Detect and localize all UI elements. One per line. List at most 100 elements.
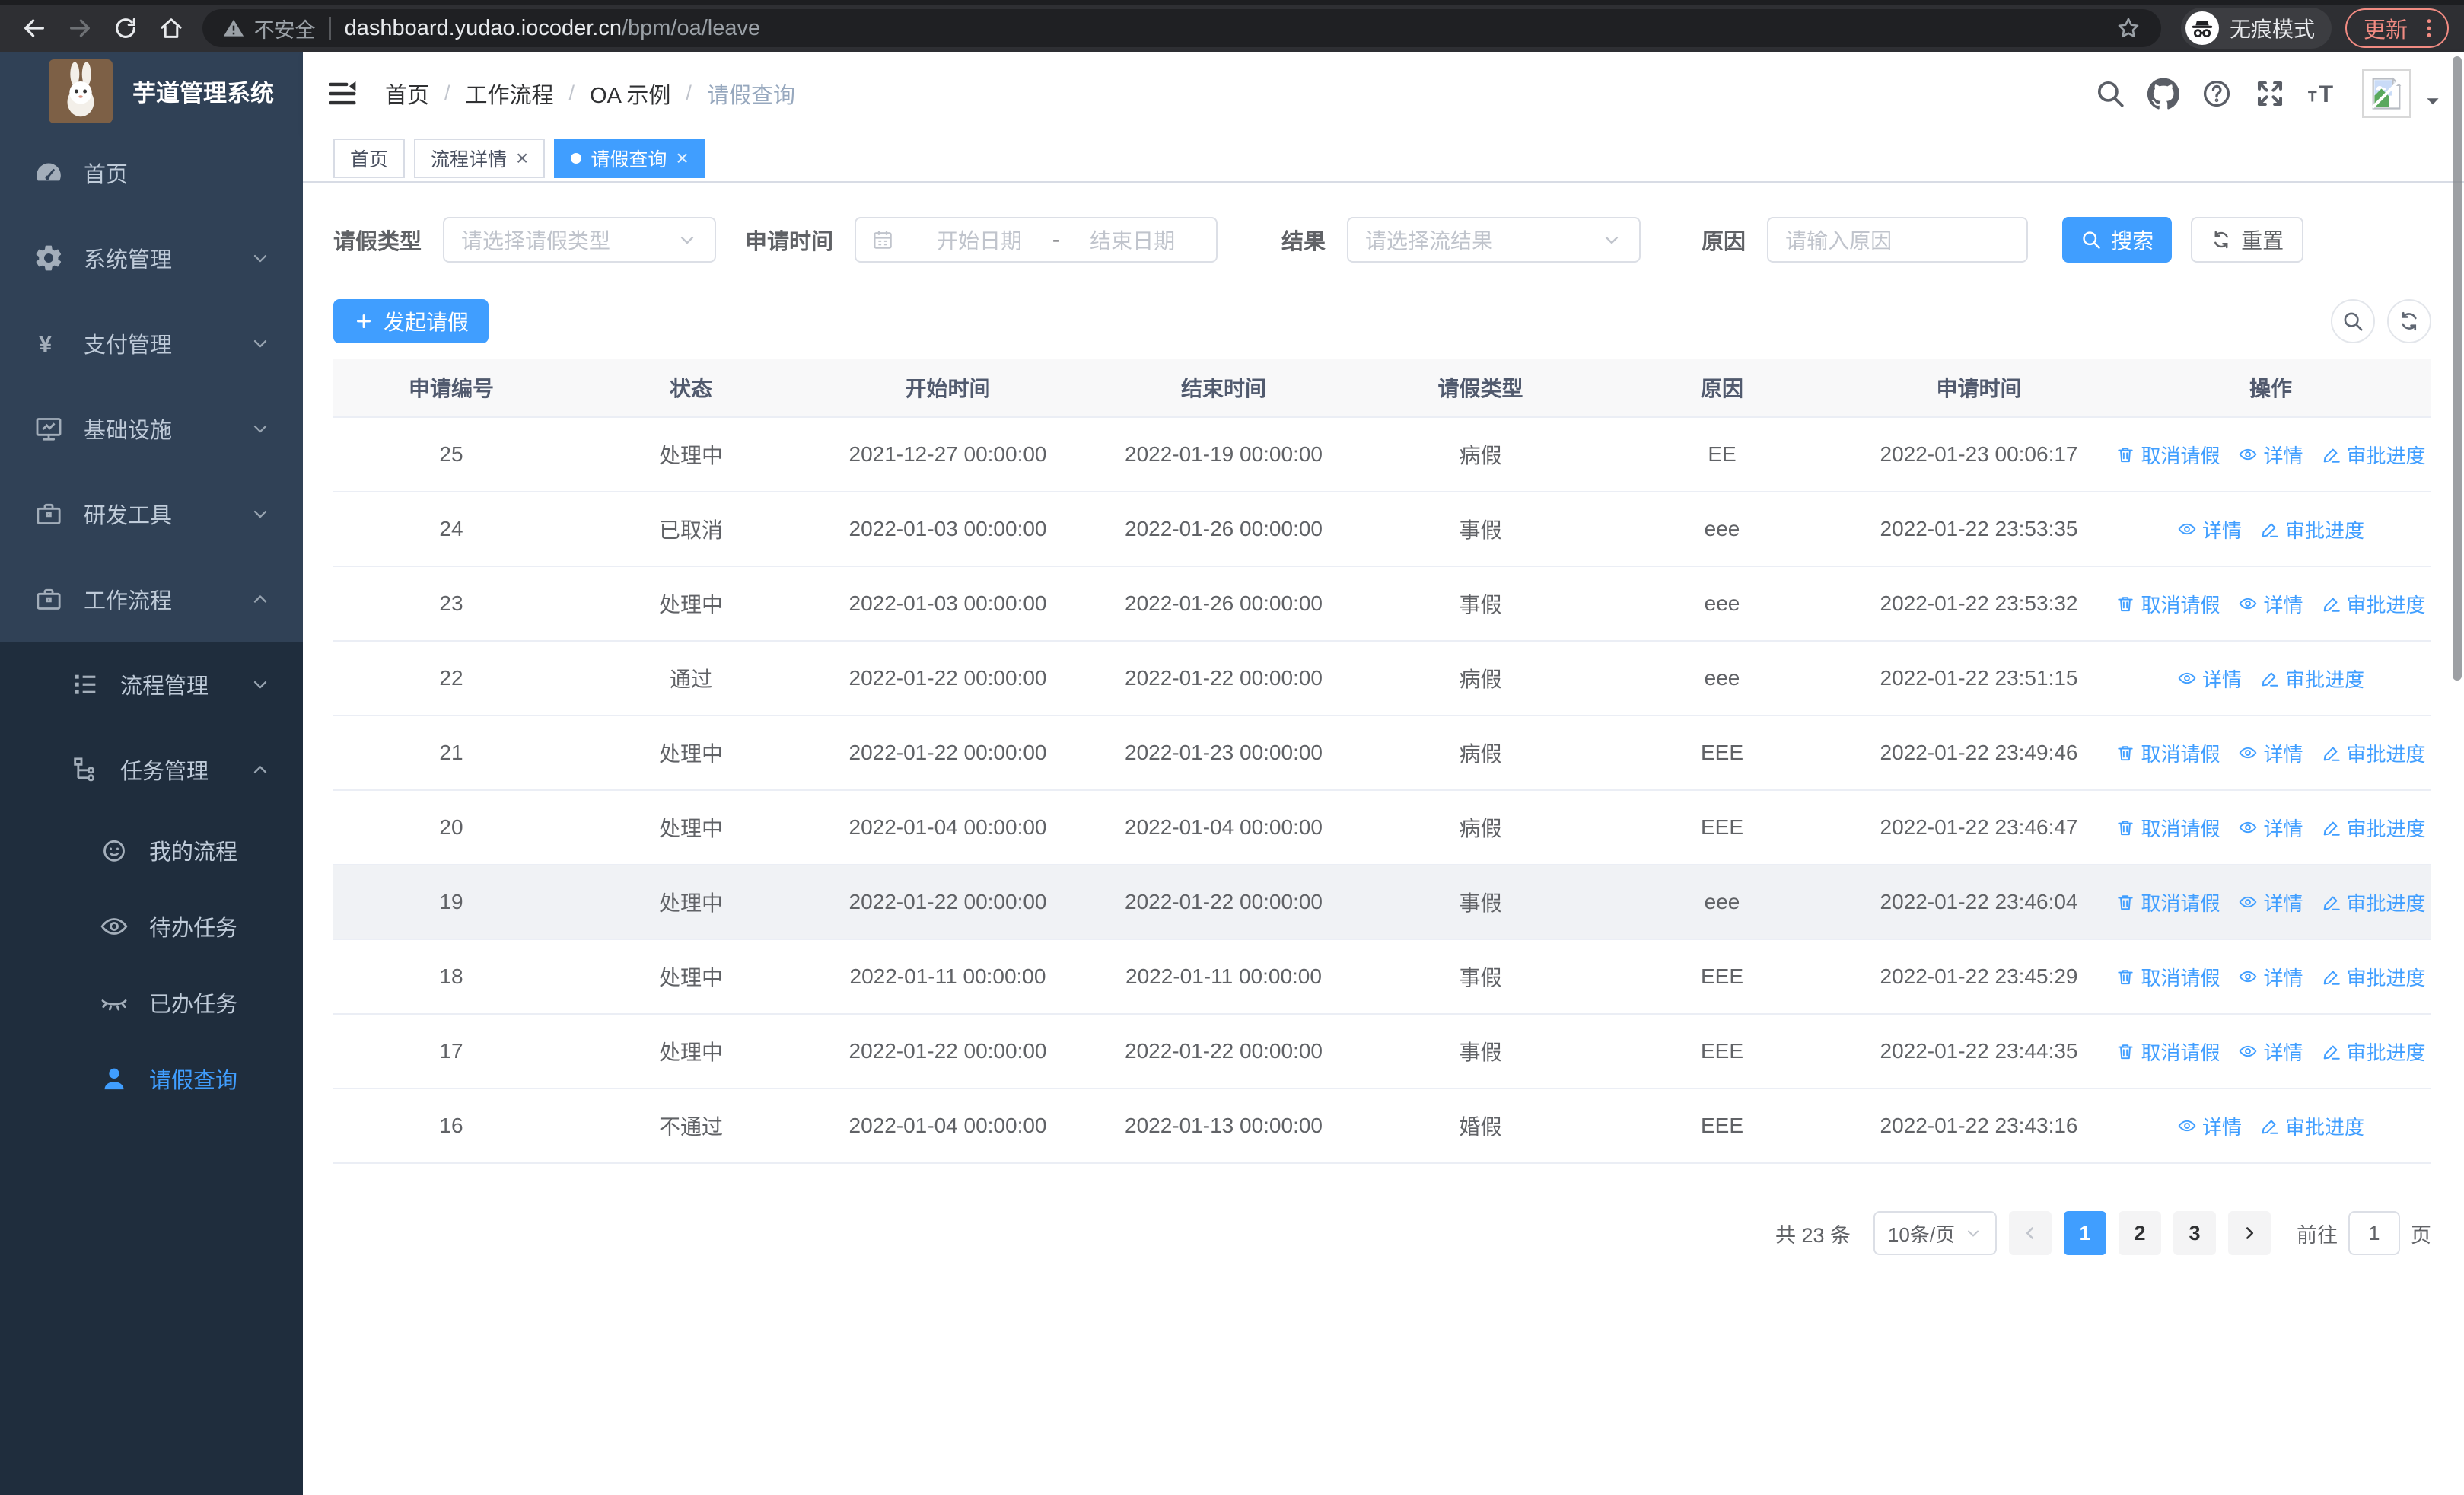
tab-首页[interactable]: 首页 [333, 138, 406, 178]
refresh-table-button[interactable] [2387, 299, 2431, 343]
close-tab-icon[interactable]: × [516, 147, 528, 169]
action-detail[interactable]: 详情 [2238, 814, 2303, 842]
reason-input[interactable]: 请输入原因 [1767, 217, 2029, 263]
github-icon[interactable] [2147, 78, 2179, 110]
page-button-3[interactable]: 3 [2173, 1211, 2216, 1255]
action-cancel-leave[interactable]: 取消请假 [2115, 739, 2220, 767]
sidebar-item-infra[interactable]: 基础设施 [0, 386, 303, 471]
browser-forward-button[interactable] [61, 9, 99, 47]
tab-请假查询[interactable]: 请假查询 × [554, 138, 705, 178]
cell: 处理中 [658, 1041, 723, 1064]
action-progress[interactable]: 审批进度 [2322, 441, 2426, 469]
sidebar-item-system[interactable]: 系统管理 [0, 215, 303, 301]
apply-time-range-picker[interactable]: 开始日期 - 结束日期 [855, 217, 1218, 263]
tab-流程详情[interactable]: 流程详情 × [414, 138, 546, 178]
action-progress[interactable]: 审批进度 [2260, 665, 2364, 693]
action-cancel-leave[interactable]: 取消请假 [2115, 1038, 2220, 1066]
edit-icon [2260, 519, 2280, 539]
action-progress[interactable]: 审批进度 [2322, 963, 2426, 991]
action-detail[interactable]: 详情 [2238, 963, 2303, 991]
svg-text:¥: ¥ [39, 330, 53, 358]
breadcrumb-item[interactable]: 工作流程 [466, 78, 554, 110]
site-security-info[interactable]: 不安全 [222, 14, 316, 43]
chevron-right-icon [2240, 1223, 2259, 1243]
breadcrumb-item[interactable]: 首页 [385, 78, 429, 110]
fullscreen-icon[interactable] [2254, 78, 2286, 110]
browser-refresh-button[interactable] [107, 9, 145, 47]
chevron-up-icon [250, 759, 271, 780]
action-detail[interactable]: 详情 [2238, 441, 2303, 469]
cell: 处理中 [658, 444, 723, 467]
browser-update-button[interactable]: 更新 [2345, 8, 2449, 48]
breadcrumb-item[interactable]: OA 示例 [590, 78, 670, 110]
action-progress[interactable]: 审批进度 [2322, 590, 2426, 618]
action-progress[interactable]: 审批进度 [2322, 888, 2426, 916]
action-progress[interactable]: 审批进度 [2260, 515, 2364, 543]
user-menu-caret-icon[interactable] [2423, 91, 2443, 111]
cell: 2022-01-03 00:00:00 [848, 517, 1047, 540]
sidebar-item-payment[interactable]: ¥ 支付管理 [0, 301, 303, 386]
action-cancel-leave[interactable]: 取消请假 [2115, 441, 2220, 469]
next-page-button[interactable] [2228, 1211, 2271, 1255]
bookmark-star-icon[interactable] [2115, 15, 2141, 41]
browser-menu-icon[interactable] [2417, 16, 2441, 40]
sidebar-item-my-process[interactable]: 我的流程 [0, 812, 303, 888]
create-leave-button[interactable]: 发起请假 [333, 299, 489, 343]
sidebar-item-done-task[interactable]: 已办任务 [0, 964, 303, 1041]
page-size-select[interactable]: 10条/页 [1873, 1211, 1997, 1255]
action-cancel-leave[interactable]: 取消请假 [2115, 888, 2220, 916]
action-detail[interactable]: 详情 [2177, 515, 2242, 543]
sidebar-item-leave-query[interactable]: 请假查询 [0, 1041, 303, 1117]
search-button[interactable]: 搜索 [2062, 217, 2173, 263]
action-detail[interactable]: 详情 [2238, 590, 2303, 618]
svg-text:T: T [2319, 79, 2333, 107]
action-cancel-leave[interactable]: 取消请假 [2115, 963, 2220, 991]
leave-type-select[interactable]: 请选择请假类型 [443, 217, 717, 263]
action-progress[interactable]: 审批进度 [2322, 814, 2426, 842]
action-detail[interactable]: 详情 [2238, 888, 2303, 916]
text-size-icon[interactable]: TT [2307, 78, 2339, 110]
cell: 处理中 [658, 742, 723, 766]
sidebar-item-workflow[interactable]: 工作流程 [0, 556, 303, 642]
close-tab-icon[interactable]: × [676, 147, 688, 169]
action-detail[interactable]: 详情 [2177, 1112, 2242, 1140]
table-toolbar: 发起请假 [333, 299, 2431, 343]
column-header: 请假类型 [1437, 377, 1523, 400]
action-detail[interactable]: 详情 [2238, 1038, 2303, 1066]
sidebar: 芋道管理系统 首页 系统管理 ¥ 支付管理 基础设施 研发工具 工作流程 流程管理 任务管理 我的… [0, 52, 303, 1495]
browser-home-button[interactable] [152, 9, 190, 47]
address-bar[interactable]: 不安全 dashboard.yudao.iocoder.cn/bpm/oa/le… [202, 9, 2161, 47]
action-detail[interactable]: 详情 [2238, 739, 2303, 767]
avatar[interactable] [2362, 69, 2411, 118]
action-progress[interactable]: 审批进度 [2322, 1038, 2426, 1066]
warning-icon [222, 17, 245, 40]
chevron-down-icon [250, 333, 271, 354]
prev-page-button[interactable] [2009, 1211, 2052, 1255]
sidebar-item-devtool[interactable]: 研发工具 [0, 471, 303, 556]
browser-back-button[interactable] [15, 9, 53, 47]
sidebar-item-process-mgmt[interactable]: 流程管理 [0, 642, 303, 727]
action-cancel-leave[interactable]: 取消请假 [2115, 590, 2220, 618]
back-icon [21, 15, 47, 41]
sidebar-item-home[interactable]: 首页 [0, 130, 303, 215]
help-icon[interactable] [2201, 78, 2233, 110]
sidebar-item-todo-task[interactable]: 待办任务 [0, 888, 303, 964]
reset-button[interactable]: 重置 [2191, 217, 2304, 263]
goto-page-input[interactable]: 1 [2348, 1211, 2400, 1255]
action-detail[interactable]: 详情 [2177, 665, 2242, 693]
column-header: 申请编号 [408, 377, 494, 400]
table-row: 18 处理中 2022-01-11 00:00:00 2022-01-11 00:00… [333, 940, 2431, 1015]
scrollbar-thumb[interactable] [2453, 56, 2462, 681]
action-cancel-leave[interactable]: 取消请假 [2115, 814, 2220, 842]
result-select[interactable]: 请选择流结果 [1347, 217, 1641, 263]
toggle-search-button[interactable] [2331, 299, 2375, 343]
search-icon[interactable] [2094, 78, 2126, 110]
sidebar-logo-row[interactable]: 芋道管理系统 [0, 52, 303, 130]
sidebar-item-task-mgmt[interactable]: 任务管理 [0, 727, 303, 812]
action-progress[interactable]: 审批进度 [2260, 1112, 2364, 1140]
action-progress[interactable]: 审批进度 [2322, 739, 2426, 767]
page-button-1[interactable]: 1 [2064, 1211, 2106, 1255]
cell: 2022-01-22 00:00:00 [848, 1039, 1047, 1063]
sidebar-collapse-button[interactable] [326, 77, 359, 110]
page-button-2[interactable]: 2 [2119, 1211, 2161, 1255]
